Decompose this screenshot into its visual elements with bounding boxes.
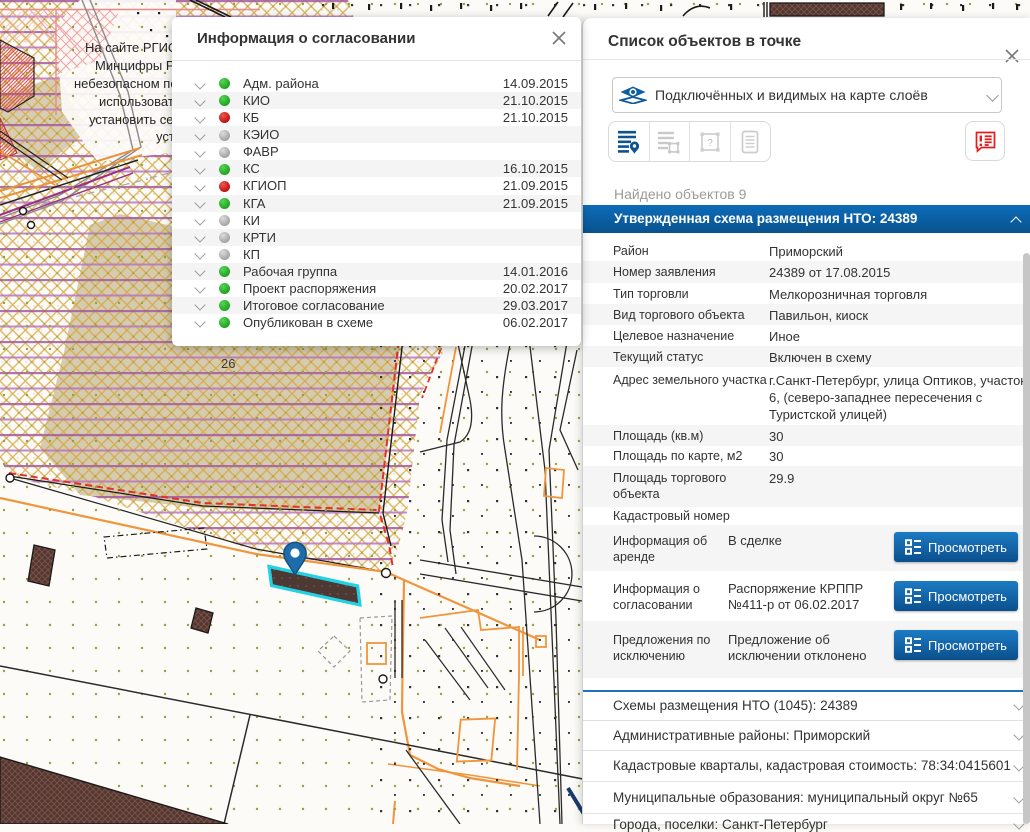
svg-text:?: ? bbox=[707, 138, 713, 149]
svg-text:26: 26 bbox=[221, 356, 235, 371]
